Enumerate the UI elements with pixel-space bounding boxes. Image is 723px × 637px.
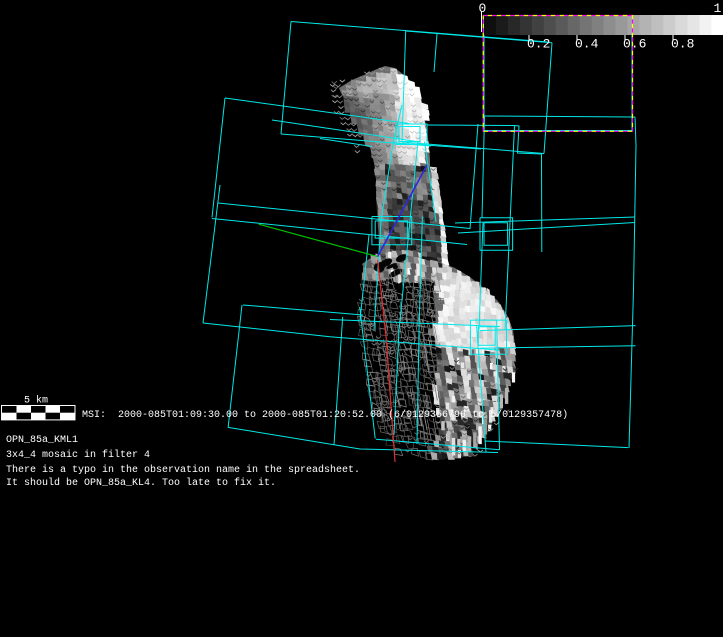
svg-text:0.2: 0.2 [527, 37, 550, 52]
svg-text:0.6: 0.6 [623, 37, 646, 52]
svg-text:3x4_4 mosaic in filter 4: 3x4_4 mosaic in filter 4 [6, 449, 150, 461]
svg-text:MSI: 2000-085T01:09:30.00 to: MSI: 2000-085T01:09:30.00 to 2000-085T01… [82, 409, 568, 421]
svg-text:It should be OPN_85a_KL4. Too: It should be OPN_85a_KL4. Too late to fi… [6, 477, 276, 489]
svg-text:5 km: 5 km [24, 395, 48, 407]
svg-text:0: 0 [479, 1, 487, 16]
svg-text:1: 1 [714, 1, 722, 16]
svg-text:There is a typo in the observa: There is a typo in the observation name … [6, 464, 360, 476]
svg-text:OPN_85a_KML1: OPN_85a_KML1 [6, 435, 78, 446]
svg-text:0.4: 0.4 [575, 37, 599, 52]
svg-text:0.8: 0.8 [671, 37, 694, 52]
